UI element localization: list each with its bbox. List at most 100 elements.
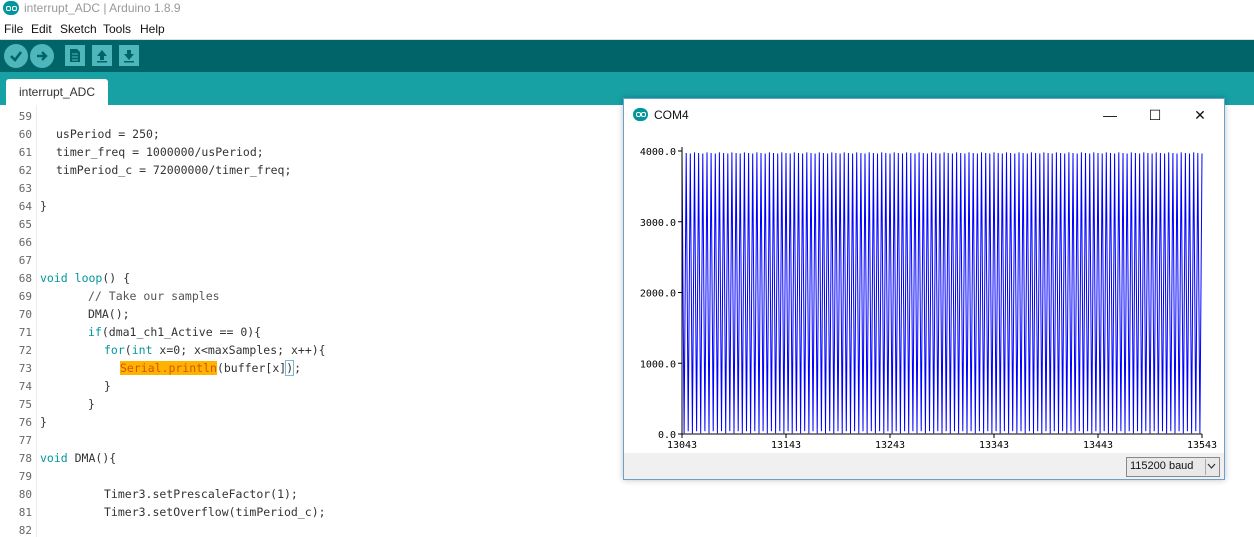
- code-line: }: [40, 199, 47, 213]
- line-number: 75: [18, 398, 32, 411]
- maximize-button[interactable]: ☐: [1135, 103, 1175, 127]
- line-number: 82: [18, 524, 32, 537]
- line-number: 71: [18, 326, 32, 339]
- x-tick-label: 13543: [1187, 440, 1217, 451]
- window-title: interrupt_ADC | Arduino 1.8.9: [24, 1, 181, 15]
- line-number: 73: [18, 362, 32, 375]
- code-line: void DMA(){: [40, 451, 116, 465]
- upload-button[interactable]: [30, 44, 54, 68]
- menu-help[interactable]: Help: [140, 22, 165, 36]
- code-line: timPeriod_c = 72000000/timer_freq;: [56, 163, 292, 177]
- code-comment: // Take our samples: [88, 289, 220, 303]
- line-number: 61: [18, 146, 32, 159]
- baud-rate-value: 115200 baud: [1130, 460, 1194, 472]
- line-number: 62: [18, 164, 32, 177]
- divider: [1205, 459, 1206, 475]
- code-line: void loop() {: [40, 271, 130, 285]
- line-number: 77: [18, 434, 32, 447]
- line-number: 69: [18, 290, 32, 303]
- open-icon: [97, 50, 107, 63]
- plotter-title-bar: COM4 — ☐ ✕: [624, 99, 1224, 131]
- code-line: usPeriod = 250;: [56, 127, 160, 141]
- x-tick-label: 13343: [979, 440, 1009, 451]
- plotter-title: COM4: [654, 108, 689, 122]
- code-text: (: [124, 343, 132, 357]
- line-number: 72: [18, 344, 32, 357]
- line-number: 76: [18, 416, 32, 429]
- upload-icon: [37, 51, 48, 61]
- verify-button[interactable]: [4, 44, 28, 68]
- y-tick-label: 4000.0: [640, 147, 676, 158]
- keyword: int: [131, 343, 153, 357]
- baud-rate-select[interactable]: 115200 baud: [1126, 457, 1220, 477]
- line-chart: 0.01000.02000.03000.04000.0 13043 13143 13…: [640, 147, 1217, 451]
- line-number-gutter: 59 60 61 62 63 64 65 66 67 68 69 70 71 7…: [0, 105, 37, 537]
- code-line: }: [40, 415, 47, 429]
- line-number: 79: [18, 470, 32, 483]
- menu-sketch[interactable]: Sketch: [60, 22, 97, 36]
- menu-tools[interactable]: Tools: [103, 22, 131, 36]
- code-text: x=0; x<maxSamples; x++){: [152, 343, 326, 357]
- keyword: if: [88, 325, 102, 339]
- minimize-button[interactable]: —: [1090, 103, 1130, 127]
- code-line: for(int x=0; x<maxSamples; x++){: [104, 343, 326, 357]
- line-number: 70: [18, 308, 32, 321]
- x-tick-label: 13243: [875, 440, 905, 451]
- x-tick-label: 13143: [771, 440, 801, 451]
- code-line: }: [104, 379, 111, 393]
- line-number: 80: [18, 488, 32, 501]
- toolbar: [0, 40, 1254, 72]
- code-text: (buffer[x]: [216, 361, 287, 375]
- menu-edit[interactable]: Edit: [31, 22, 52, 36]
- code-line: if(dma1_ch1_Active == 0){: [88, 325, 261, 339]
- save-button[interactable]: [119, 45, 139, 66]
- new-icon: [70, 49, 80, 62]
- line-number: 66: [18, 236, 32, 249]
- line-number: 78: [18, 452, 32, 465]
- series-line: [681, 152, 1203, 434]
- line-number: 74: [18, 380, 32, 393]
- keyword: for: [104, 343, 125, 357]
- keyword: void: [40, 451, 68, 465]
- code-text: () {: [102, 271, 131, 285]
- menu-bar: File Edit Sketch Tools Help: [0, 18, 1254, 40]
- serial-plotter-window: COM4 — ☐ ✕ 0.0 1000.0 2000.0 3000.0 4000.0 1…: [623, 98, 1225, 480]
- code-text: DMA(){: [67, 451, 117, 465]
- plot-area: 0.0 1000.0 2000.0 3000.0 4000.0 13043 13143 13…: [624, 131, 1224, 453]
- line-number: 67: [18, 254, 32, 267]
- arduino-logo-icon: [3, 1, 19, 15]
- keyword: void: [40, 271, 68, 285]
- close-button[interactable]: ✕: [1180, 103, 1220, 127]
- new-button[interactable]: [65, 45, 85, 66]
- function-name: loop: [74, 271, 103, 285]
- code-line: DMA();: [88, 307, 130, 321]
- code-line: timer_freq = 1000000/usPeriod;: [56, 145, 264, 159]
- code-line: Timer3.setPrescaleFactor(1);: [104, 487, 298, 501]
- title-bar: interrupt_ADC | Arduino 1.8.9: [0, 0, 1254, 18]
- code-line: }: [88, 397, 95, 411]
- y-tick-label: 3000.0: [640, 218, 676, 229]
- code-text: (dma1_ch1_Active == 0){: [101, 325, 262, 339]
- y-tick-label: 2000.0: [640, 289, 676, 300]
- line-number: 81: [18, 506, 32, 519]
- save-icon: [124, 50, 134, 63]
- x-tick-label: 13043: [667, 440, 697, 451]
- tab-interrupt-adc[interactable]: interrupt_ADC: [6, 79, 108, 105]
- open-button[interactable]: [92, 45, 112, 66]
- verify-icon: [10, 51, 23, 62]
- line-number: 64: [18, 200, 32, 213]
- x-tick-label: 13443: [1083, 440, 1113, 451]
- menu-file[interactable]: File: [4, 22, 23, 36]
- line-number: 60: [18, 128, 32, 141]
- code-text: ;: [294, 361, 302, 375]
- line-number: 63: [18, 182, 32, 195]
- chevron-down-icon: [1207, 463, 1216, 469]
- highlighted-symbol: Serial.println: [120, 361, 217, 375]
- code-line: Timer3.setOverflow(timPeriod_c);: [104, 505, 326, 519]
- line-number: 59: [18, 110, 32, 123]
- line-number: 65: [18, 218, 32, 231]
- plotter-bottom-bar: 115200 baud: [624, 453, 1224, 479]
- code-line: Serial.println(buffer[x]);: [120, 360, 302, 376]
- y-tick-label: 1000.0: [640, 359, 676, 370]
- line-number: 68: [18, 272, 32, 285]
